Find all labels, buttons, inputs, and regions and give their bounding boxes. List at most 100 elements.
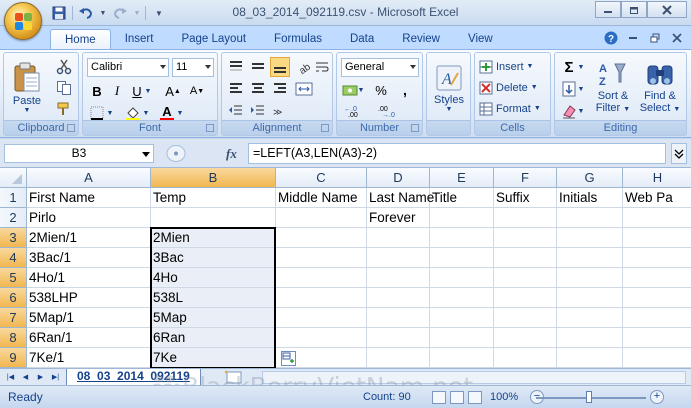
increase-decimal-icon[interactable]: ←.0.00 (343, 101, 369, 121)
row-header-5[interactable]: 5 (0, 268, 27, 288)
last-sheet-icon[interactable]: ▶| (49, 371, 62, 383)
wrap-text-icon[interactable] (312, 57, 332, 77)
shrink-font-icon[interactable]: A ▼ (187, 81, 207, 101)
first-sheet-icon[interactable]: |◀ (4, 371, 17, 383)
cell-f4[interactable] (494, 248, 557, 268)
cell-a2[interactable]: Pirlo (27, 208, 151, 228)
column-header-b[interactable]: B (151, 168, 276, 188)
zoom-slider-thumb[interactable] (586, 391, 592, 403)
zoom-in-icon[interactable]: + (650, 390, 664, 404)
cell-b4[interactable]: 3Bac (151, 248, 276, 268)
cell-d1[interactable]: Last Name (367, 188, 434, 208)
cell-d7[interactable] (367, 308, 430, 328)
insert-function-icon[interactable]: fx (226, 146, 237, 162)
bold-icon[interactable]: B (87, 81, 107, 101)
cell-h5[interactable] (623, 268, 691, 288)
paste-button[interactable]: Paste ▼ (10, 57, 44, 117)
font-name-combo[interactable]: Calibri (87, 58, 169, 77)
cell-c3[interactable] (276, 228, 367, 248)
cell-b3[interactable]: 2Mien (151, 228, 276, 248)
cell-e2[interactable] (430, 208, 494, 228)
tab-view[interactable]: View (454, 29, 507, 50)
cell-d8[interactable] (367, 328, 430, 348)
cell-a4[interactable]: 3Bac/1 (27, 248, 151, 268)
minimize-button[interactable] (595, 1, 621, 18)
clear-dropdown-icon[interactable]: ▼ (577, 101, 585, 121)
cell-c4[interactable] (276, 248, 367, 268)
decrease-decimal-icon[interactable]: .00 →.0 (377, 101, 403, 121)
cell-g4[interactable] (557, 248, 623, 268)
cell-a8[interactable]: 6Ran/1 (27, 328, 151, 348)
row-header-9[interactable]: 9 (0, 348, 27, 368)
row-header-7[interactable]: 7 (0, 308, 27, 328)
column-header-c[interactable]: C (276, 168, 367, 188)
cell-d6[interactable] (367, 288, 430, 308)
orientation-icon[interactable]: ab (294, 57, 314, 77)
clipboard-launcher-icon[interactable] (67, 124, 75, 132)
italic-icon[interactable]: I (107, 81, 127, 101)
cell-e4[interactable] (430, 248, 494, 268)
merge-center-icon[interactable] (294, 79, 314, 99)
ribbon-minimize-icon[interactable] (625, 30, 641, 46)
formula-input[interactable]: =LEFT(A3,LEN(A3)-2) (248, 143, 666, 164)
insert-cells-button[interactable]: Insert ▼ (479, 57, 533, 76)
clear-icon[interactable] (559, 101, 579, 121)
row-header-4[interactable]: 4 (0, 248, 27, 268)
cell-g5[interactable] (557, 268, 623, 288)
cell-g8[interactable] (557, 328, 623, 348)
cell-f6[interactable] (494, 288, 557, 308)
alignment-launcher-icon[interactable] (321, 124, 329, 132)
comma-style-icon[interactable]: , (395, 80, 415, 100)
align-left-icon[interactable] (226, 79, 246, 99)
row-header-6[interactable]: 6 (0, 288, 27, 308)
percent-style-icon[interactable]: % (371, 80, 391, 100)
workbook-restore-icon[interactable] (647, 30, 663, 46)
format-painter-icon[interactable] (54, 99, 74, 119)
cell-f9[interactable] (494, 348, 557, 368)
name-box[interactable]: B3 (4, 144, 154, 163)
cell-h7[interactable] (623, 308, 691, 328)
cell-h8[interactable] (623, 328, 691, 348)
cell-h1[interactable]: Web Pa (623, 188, 691, 208)
worksheet-grid[interactable]: A B C D E F G H 1 First Name Temp Middle Name Last N… (0, 168, 691, 368)
select-all-corner[interactable] (0, 168, 27, 188)
align-middle-icon[interactable] (248, 57, 268, 77)
find-select-button[interactable]: Find & Select ▼ (637, 56, 683, 120)
cell-h2[interactable] (623, 208, 691, 228)
tab-formulas[interactable]: Formulas (260, 29, 336, 50)
number-format-combo[interactable]: General (341, 58, 419, 77)
cell-b5[interactable]: 4Ho (151, 268, 276, 288)
cell-f2[interactable] (494, 208, 557, 228)
align-center-icon[interactable] (248, 79, 268, 99)
cell-e7[interactable] (430, 308, 494, 328)
cell-a3[interactable]: 2Mien/1 (27, 228, 151, 248)
workbook-close-icon[interactable] (669, 30, 685, 46)
align-right-icon[interactable] (270, 79, 290, 99)
increase-indent-icon[interactable] (248, 101, 268, 121)
cell-b2[interactable] (151, 208, 276, 228)
font-size-combo[interactable]: 11 (172, 58, 214, 77)
cell-d4[interactable] (367, 248, 430, 268)
cell-g6[interactable] (557, 288, 623, 308)
close-button[interactable] (647, 1, 687, 18)
autosum-icon[interactable]: Σ (559, 57, 579, 77)
underline-dropdown-icon[interactable]: ▼ (143, 81, 153, 101)
delete-cells-button[interactable]: Delete ▼ (479, 78, 538, 97)
cell-b9[interactable]: 7Ke (151, 348, 276, 368)
cell-e5[interactable] (430, 268, 494, 288)
row-header-1[interactable]: 1 (0, 188, 27, 208)
cell-e8[interactable] (430, 328, 494, 348)
formula-bar-splitter-icon[interactable] (164, 144, 218, 163)
cell-c8[interactable] (276, 328, 367, 348)
cell-a7[interactable]: 5Map/1 (27, 308, 151, 328)
cell-h3[interactable] (623, 228, 691, 248)
cell-h4[interactable] (623, 248, 691, 268)
cell-g1[interactable]: Initials (557, 188, 623, 208)
sort-filter-button[interactable]: A Z Sort & Filter ▼ (591, 56, 635, 120)
cell-a9[interactable]: 7Ke/1 (27, 348, 151, 368)
column-header-h[interactable]: H (623, 168, 691, 188)
currency-dropdown-icon[interactable]: ▼ (357, 80, 365, 100)
row-header-2[interactable]: 2 (0, 208, 27, 228)
column-header-f[interactable]: F (494, 168, 557, 188)
autosum-dropdown-icon[interactable]: ▼ (577, 57, 585, 77)
